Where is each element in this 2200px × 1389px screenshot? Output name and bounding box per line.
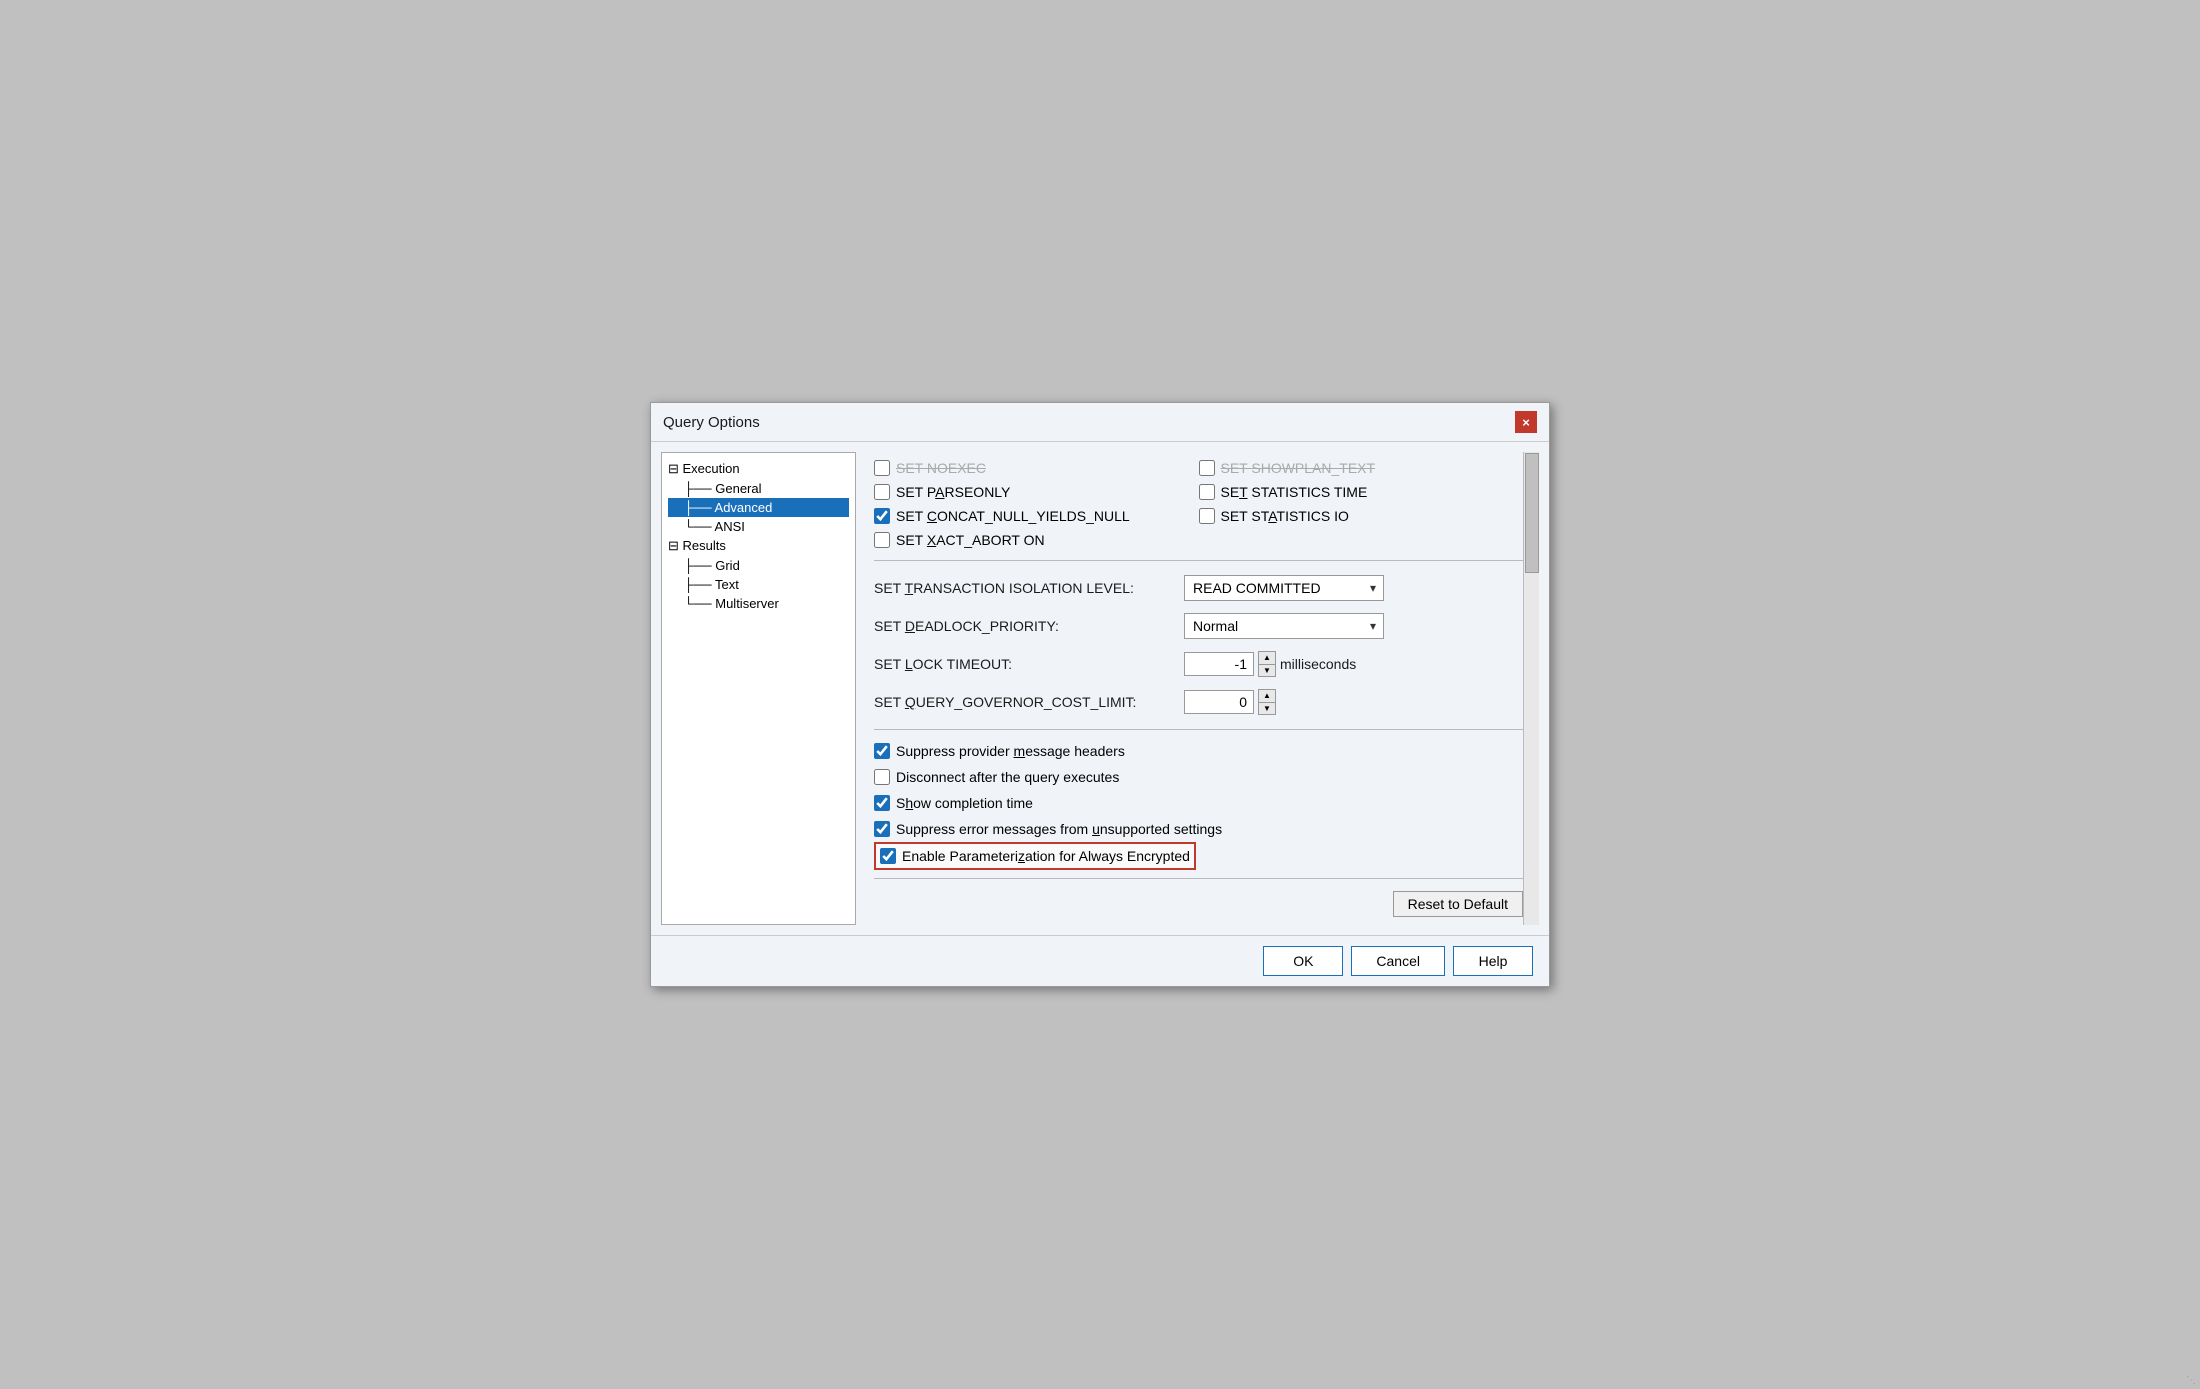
set-statistics-io-checkbox[interactable] [1199,508,1215,524]
lock-timeout-label: SET LOCK TIMEOUT: [874,656,1174,672]
show-completion-label: Show completion time [896,795,1033,811]
lock-timeout-spinner: ▲ ▼ [1258,651,1276,677]
suppress-error-checkbox[interactable] [874,821,890,837]
checkbox-suppress-provider: Suppress provider message headers [874,738,1523,764]
query-governor-control: ▲ ▼ [1184,689,1276,715]
checkbox-set-concat: SET CONCAT_NULL_YIELDS_NULL [874,504,1199,528]
divider-3 [874,878,1523,879]
field-lock-timeout: SET LOCK TIMEOUT: ▲ ▼ milliseconds [874,645,1523,683]
tree-item-advanced[interactable]: ├── Advanced [668,498,849,517]
checkbox-set-xact: SET XACT_ABORT ON [874,528,1199,552]
tree-item-text[interactable]: ├── Text [668,575,849,594]
set-noexec-checkbox[interactable] [874,460,890,476]
set-statistics-time-label: SET STATISTICS TIME [1221,484,1368,500]
tree-item-grid[interactable]: ├── Grid [668,556,849,575]
disconnect-checkbox[interactable] [874,769,890,785]
ok-button[interactable]: OK [1263,946,1343,976]
set-parseonly-label: SET PARSEONLY [896,484,1010,500]
transaction-isolation-control: READ UNCOMMITTED READ COMMITTED REPEATAB… [1184,575,1384,601]
field-deadlock-priority: SET DEADLOCK_PRIORITY: Low Normal High [874,607,1523,645]
set-xact-label: SET XACT_ABORT ON [896,532,1045,548]
tree-item-execution[interactable]: ⊟ Execution [668,459,849,479]
checkbox-set-noexec: SET NOEXEC [874,456,1199,480]
divider-2 [874,729,1523,730]
top-checkboxes-grid: SET NOEXEC SET PARSEONLY SET CONCAT_NULL… [874,456,1523,552]
tree-item-ansi[interactable]: └── ANSI [668,517,849,536]
set-showplan-label: SET SHOWPLAN_TEXT [1221,460,1376,476]
enable-param-checkbox[interactable] [880,848,896,864]
dialog-title: Query Options [663,414,760,431]
reset-row: Reset to Default [874,887,1523,921]
query-governor-input[interactable] [1184,690,1254,714]
checkbox-suppress-error: Suppress error messages from unsupported… [874,816,1523,842]
tree-item-results[interactable]: ⊟ Results [668,536,849,556]
checkbox-disconnect: Disconnect after the query executes [874,764,1523,790]
set-statistics-time-checkbox[interactable] [1199,484,1215,500]
deadlock-priority-select[interactable]: Low Normal High [1184,613,1384,639]
checkbox-show-completion: Show completion time [874,790,1523,816]
lock-timeout-input[interactable] [1184,652,1254,676]
set-concat-label: SET CONCAT_NULL_YIELDS_NULL [896,508,1130,524]
suppress-provider-checkbox[interactable] [874,743,890,759]
query-governor-spinner: ▲ ▼ [1258,689,1276,715]
scrollbar-track [1523,452,1539,925]
query-options-dialog: Query Options × ⊟ Execution├── General├─… [650,402,1550,987]
milliseconds-label: milliseconds [1280,656,1356,672]
content-panel: SET NOEXEC SET PARSEONLY SET CONCAT_NULL… [866,452,1539,925]
query-governor-down[interactable]: ▼ [1259,702,1275,714]
disconnect-label: Disconnect after the query executes [896,769,1119,785]
field-query-governor: SET QUERY_GOVERNOR_COST_LIMIT: ▲ ▼ [874,683,1523,721]
deadlock-priority-dropdown-wrapper: Low Normal High [1184,613,1384,639]
lock-timeout-down[interactable]: ▼ [1259,664,1275,676]
title-bar: Query Options × [651,403,1549,442]
dialog-body: ⊟ Execution├── General├── Advanced└── AN… [651,442,1549,935]
divider-1 [874,560,1523,561]
show-completion-checkbox[interactable] [874,795,890,811]
tree-container: ⊟ Execution├── General├── Advanced└── AN… [668,459,849,613]
checkbox-set-parseonly: SET PARSEONLY [874,480,1199,504]
close-button[interactable]: × [1515,411,1537,433]
deadlock-priority-label: SET DEADLOCK_PRIORITY: [874,618,1174,634]
query-governor-label: SET QUERY_GOVERNOR_COST_LIMIT: [874,694,1174,710]
content-scroll: SET NOEXEC SET PARSEONLY SET CONCAT_NULL… [866,452,1539,925]
set-concat-checkbox[interactable] [874,508,890,524]
checkbox-set-statistics-time: SET STATISTICS TIME [1199,480,1524,504]
checkbox-enable-param-row: Enable Parameterization for Always Encry… [874,842,1196,870]
deadlock-priority-control: Low Normal High [1184,613,1384,639]
set-noexec-label: SET NOEXEC [896,460,986,476]
checkbox-set-statistics-io: SET STATISTICS IO [1199,504,1524,528]
tree-item-general[interactable]: ├── General [668,479,849,498]
enable-param-label: Enable Parameterization for Always Encry… [902,848,1190,864]
query-governor-up[interactable]: ▲ [1259,690,1275,702]
reset-button[interactable]: Reset to Default [1393,891,1523,917]
suppress-error-label: Suppress error messages from unsupported… [896,821,1222,837]
resize-grip[interactable]: ⋱ [2186,1375,2198,1387]
help-button[interactable]: Help [1453,946,1533,976]
set-statistics-io-label: SET STATISTICS IO [1221,508,1349,524]
field-transaction-isolation: SET TRANSACTION ISOLATION LEVEL: READ UN… [874,569,1523,607]
checkbox-set-showplan: SET SHOWPLAN_TEXT [1199,456,1524,480]
cancel-button[interactable]: Cancel [1351,946,1445,976]
set-parseonly-checkbox[interactable] [874,484,890,500]
scrollbar-thumb[interactable] [1525,453,1539,573]
transaction-isolation-label: SET TRANSACTION ISOLATION LEVEL: [874,580,1174,596]
lock-timeout-control: ▲ ▼ milliseconds [1184,651,1356,677]
tree-panel: ⊟ Execution├── General├── Advanced└── AN… [661,452,856,925]
tree-item-multiserver[interactable]: └── Multiserver [668,594,849,613]
transaction-isolation-select[interactable]: READ UNCOMMITTED READ COMMITTED REPEATAB… [1184,575,1384,601]
set-showplan-checkbox[interactable] [1199,460,1215,476]
checkboxes-left-col: SET NOEXEC SET PARSEONLY SET CONCAT_NULL… [874,456,1199,552]
set-xact-checkbox[interactable] [874,532,890,548]
lock-timeout-up[interactable]: ▲ [1259,652,1275,664]
transaction-isolation-dropdown-wrapper: READ UNCOMMITTED READ COMMITTED REPEATAB… [1184,575,1384,601]
dialog-footer: OK Cancel Help [651,935,1549,986]
suppress-provider-label: Suppress provider message headers [896,743,1125,759]
checkboxes-right-col: SET SHOWPLAN_TEXT SET STATISTICS TIME SE… [1199,456,1524,552]
